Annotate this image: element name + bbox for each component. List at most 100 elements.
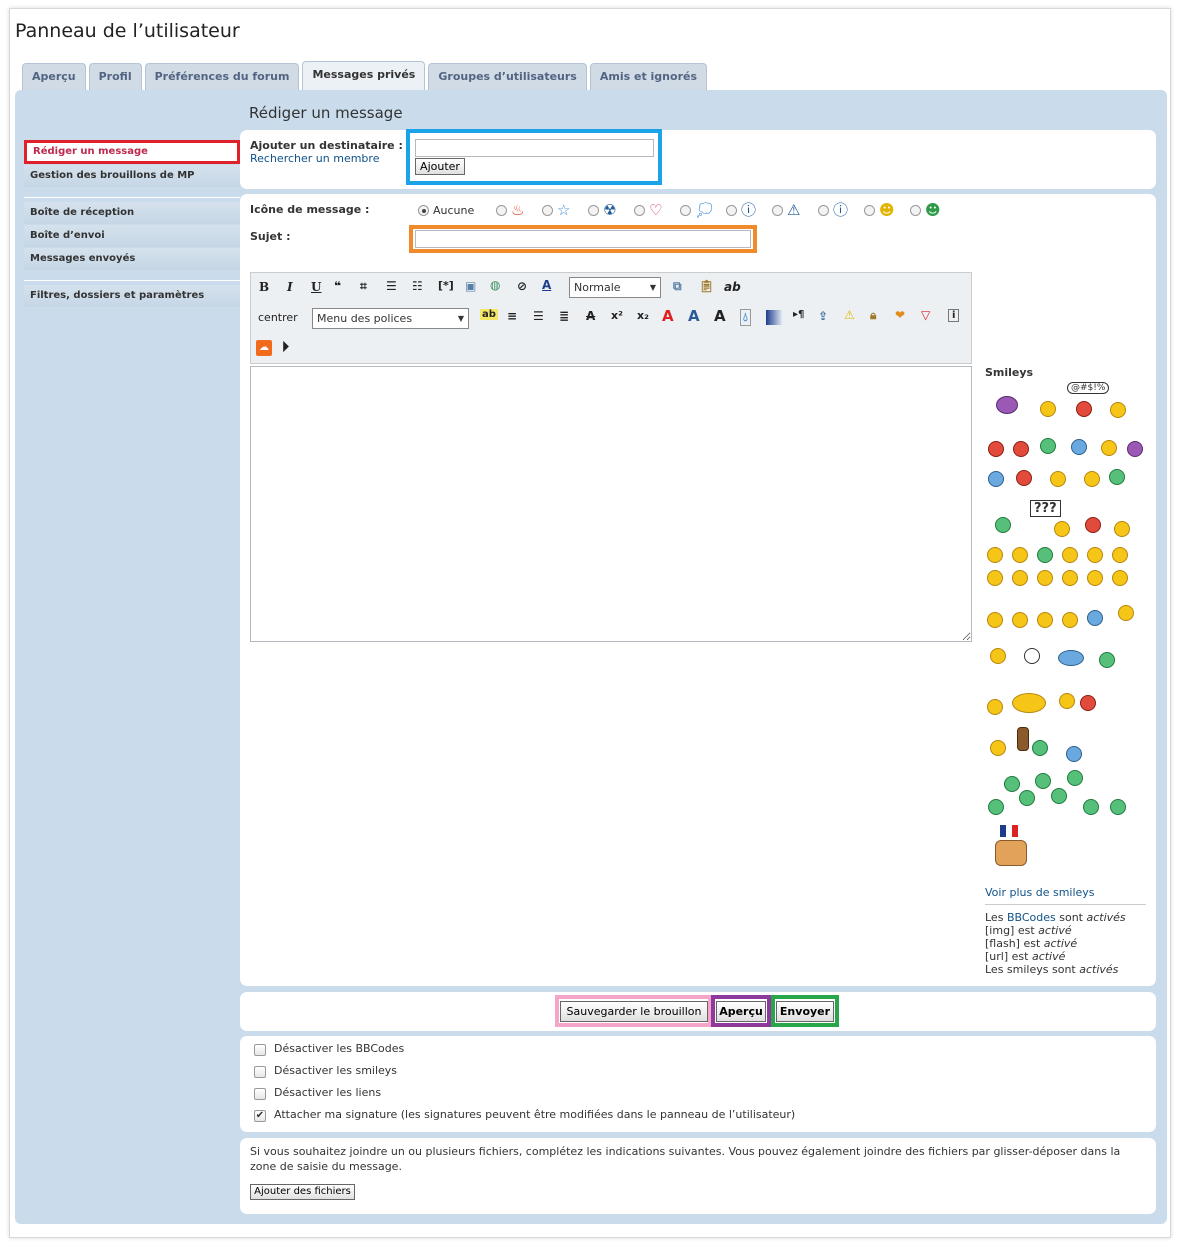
search-member-link[interactable]: Rechercher un membre <box>250 152 379 165</box>
add-recipient-button[interactable]: Ajouter <box>415 158 465 175</box>
smiley-item[interactable] <box>996 396 1018 414</box>
smiley-item[interactable] <box>1059 693 1075 709</box>
subject-input[interactable] <box>415 230 751 248</box>
bullet-list-icon[interactable]: ☰ <box>386 279 397 293</box>
smiley-item[interactable] <box>1110 402 1126 418</box>
font-family-select[interactable]: Menu des polices <box>312 308 469 329</box>
tab-forum-preferences[interactable]: Préférences du forum <box>144 63 300 90</box>
subscript-icon[interactable]: x₂ <box>637 309 649 322</box>
add-files-button[interactable]: Ajouter des fichiers <box>250 1184 355 1200</box>
smiley-item[interactable] <box>1062 570 1078 586</box>
italic-button[interactable]: I <box>287 280 293 294</box>
disable-bbcode-checkbox[interactable] <box>254 1044 266 1056</box>
smiley-item[interactable] <box>1037 547 1053 563</box>
info-icon[interactable]: i <box>948 309 960 322</box>
align-right-icon[interactable]: ≣ <box>559 309 569 323</box>
smiley-item[interactable] <box>1112 547 1128 563</box>
icon-option-question[interactable]: ⓘ <box>726 202 772 218</box>
smiley-item[interactable] <box>995 840 1027 866</box>
smiley-item[interactable] <box>1118 605 1134 621</box>
smiley-item[interactable] <box>1087 547 1103 563</box>
smiley-item[interactable] <box>1012 612 1028 628</box>
smiley-item[interactable] <box>1087 570 1103 586</box>
smiley-item[interactable] <box>1032 740 1048 756</box>
font-color-icon[interactable]: A <box>542 278 551 292</box>
smiley-item[interactable] <box>1112 570 1128 586</box>
align-center-icon[interactable]: ≡ <box>507 309 517 323</box>
smiley-item[interactable] <box>1083 799 1099 815</box>
smiley-item[interactable] <box>1099 652 1115 668</box>
flash-icon[interactable]: ⊘ <box>517 279 527 293</box>
smiley-item[interactable] <box>990 648 1006 664</box>
sidebar-item-filters[interactable]: Filtres, dossiers et paramètres <box>24 285 240 307</box>
font-size-select[interactable]: Normale <box>569 277 661 298</box>
smiley-item[interactable] <box>1058 650 1084 666</box>
smiley-item[interactable] <box>1071 439 1087 455</box>
smiley-item[interactable] <box>1054 521 1070 537</box>
bbcode-link[interactable]: BBCodes <box>1007 911 1056 924</box>
highlight-icon[interactable]: ab <box>480 309 498 320</box>
font-glow-icon[interactable]: A <box>714 307 726 325</box>
tab-friends-foes[interactable]: Amis et ignorés <box>589 63 707 90</box>
more-smileys-link[interactable]: Voir plus de smileys <box>985 886 1095 899</box>
smiley-item[interactable] <box>987 699 1003 715</box>
play-icon[interactable]: ⏵︎ <box>282 339 289 355</box>
smiley-item[interactable] <box>1109 469 1125 485</box>
superscript-icon[interactable]: x² <box>611 309 623 322</box>
smiley-item[interactable] <box>1080 695 1096 711</box>
font-shadow-icon[interactable]: A <box>688 307 700 325</box>
smiley-item[interactable] <box>1101 440 1117 456</box>
smiley-item[interactable] <box>1035 773 1051 789</box>
tab-private-messages[interactable]: Messages privés <box>302 61 426 90</box>
message-textarea[interactable] <box>250 366 972 642</box>
smiley-item[interactable] <box>988 441 1004 457</box>
list-item-icon[interactable]: [*] <box>438 279 454 292</box>
smiley-item[interactable] <box>1110 799 1126 815</box>
soundcloud-icon[interactable]: ☁ <box>256 340 272 356</box>
image-icon[interactable]: ▣ <box>465 279 476 293</box>
sidebar-item-drafts[interactable]: Gestion des brouillons de MP <box>24 165 240 187</box>
underline-button[interactable]: U <box>311 280 321 294</box>
smiley-item[interactable] <box>1062 612 1078 628</box>
direction-icon[interactable]: ▸¶ <box>793 309 804 320</box>
smiley-item[interactable] <box>1085 517 1101 533</box>
smiley-item[interactable] <box>995 517 1011 533</box>
icon-option-info[interactable]: ⓘ <box>818 202 864 218</box>
smiley-item[interactable] <box>1024 648 1040 664</box>
recipient-input[interactable] <box>415 139 654 157</box>
code-icon[interactable]: ⌗ <box>360 279 367 294</box>
sidebar-item-compose[interactable]: Rédiger un message <box>24 140 240 164</box>
disable-links-checkbox[interactable] <box>254 1088 266 1100</box>
smiley-item[interactable] <box>1127 441 1143 457</box>
smiley-item[interactable] <box>1012 570 1028 586</box>
numbered-list-icon[interactable]: ☷ <box>412 279 423 293</box>
sidebar-item-sent[interactable]: Messages envoyés <box>24 248 240 270</box>
icon-option-green[interactable]: ☻ <box>910 202 956 218</box>
radio-selected-icon[interactable] <box>418 204 429 216</box>
icon-option-star[interactable]: ☆ <box>542 202 588 218</box>
replace-button[interactable]: ab <box>724 280 741 294</box>
lock-icon[interactable]: 🔒︎ <box>870 308 876 323</box>
tab-profile[interactable]: Profil <box>88 63 142 90</box>
icon-option-heart[interactable]: ♡ <box>634 202 680 218</box>
center-button[interactable]: centrer <box>258 311 298 324</box>
quote-icon[interactable]: ❝ <box>334 279 341 293</box>
icon-option-none[interactable]: Aucune <box>418 204 496 217</box>
smiley-item[interactable] <box>988 799 1004 815</box>
icon-option-fire[interactable]: ♨ <box>496 202 542 218</box>
smiley-item[interactable] <box>1040 401 1056 417</box>
smiley-item[interactable] <box>987 547 1003 563</box>
smiley-item[interactable] <box>1012 693 1046 713</box>
sidebar-item-outbox[interactable]: Boîte d’envoi <box>24 225 240 247</box>
strike-icon[interactable]: A <box>586 309 595 323</box>
bold-button[interactable]: B <box>259 280 269 294</box>
gradient-icon[interactable] <box>766 310 782 325</box>
font-outline-icon[interactable]: A <box>662 307 674 325</box>
smiley-item[interactable] <box>987 570 1003 586</box>
upload-icon[interactable]: ⇪ <box>818 309 828 323</box>
icon-option-radioactive[interactable]: ☢ <box>588 202 634 218</box>
smiley-item[interactable] <box>1040 438 1056 454</box>
smiley-item[interactable] <box>1114 521 1130 537</box>
smiley-item[interactable] <box>1019 790 1035 806</box>
attach-signature-checkbox[interactable]: ✔ <box>254 1110 266 1122</box>
